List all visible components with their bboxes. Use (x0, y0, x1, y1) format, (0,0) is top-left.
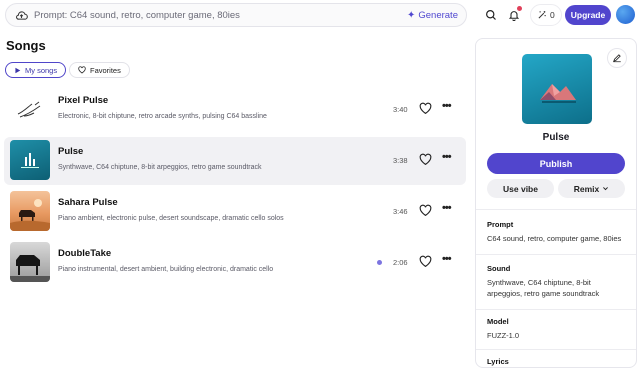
divider (476, 309, 636, 310)
more-options-icon[interactable]: ••• (442, 151, 452, 163)
notifications-button[interactable] (503, 4, 525, 26)
new-indicator-dot (377, 260, 382, 265)
song-duration: 3:46 (393, 207, 408, 216)
divider (476, 254, 636, 255)
prompt-value: C64 sound, retro, computer game, 80ies (487, 234, 622, 243)
generate-label: Generate (418, 9, 458, 21)
song-thumbnail[interactable] (10, 89, 50, 129)
divider (476, 209, 636, 210)
upgrade-button[interactable]: Upgrade (565, 5, 611, 25)
divider (476, 349, 636, 350)
song-row[interactable]: DoubleTake Piano instrumental, desert am… (4, 239, 466, 287)
cover-art (522, 54, 592, 124)
song-row[interactable]: Pixel Pulse Electronic, 8-bit chiptune, … (4, 86, 466, 134)
cloud-upload-icon[interactable] (15, 9, 28, 22)
search-icon (486, 10, 496, 20)
song-row[interactable]: Sahara Pulse Piano ambient, electronic p… (4, 188, 466, 236)
song-thumbnail[interactable] (10, 191, 50, 231)
prompt-input[interactable]: Prompt: C64 sound, retro, computer game,… (5, 3, 467, 27)
song-thumbnail[interactable] (10, 242, 50, 282)
notification-dot (517, 6, 522, 11)
tab-my-songs-label: My songs (25, 65, 58, 75)
song-description: Piano ambient, electronic pulse, desert … (58, 215, 284, 222)
prompt-label: Prompt (487, 220, 514, 229)
use-vibe-button[interactable]: Use vibe (487, 179, 554, 198)
lyrics-label: Lyrics (487, 357, 509, 366)
edit-icon (613, 54, 621, 63)
top-bar: Prompt: C64 sound, retro, computer game,… (0, 0, 640, 30)
more-options-icon[interactable]: ••• (442, 253, 452, 265)
credits-badge[interactable]: 0 (530, 4, 562, 26)
remix-label: Remix (573, 183, 600, 194)
chevron-down-icon (603, 187, 609, 191)
tab-my-songs[interactable]: My songs (5, 62, 67, 78)
publish-button[interactable]: Publish (487, 153, 625, 174)
song-duration: 2:06 (393, 258, 408, 267)
tab-favorites-label: Favorites (90, 65, 121, 75)
song-title[interactable]: DoubleTake (58, 248, 111, 259)
more-options-icon[interactable]: ••• (442, 100, 452, 112)
song-title[interactable]: Sahara Pulse (58, 197, 118, 208)
heart-icon[interactable] (419, 102, 432, 115)
generate-button[interactable]: ✦ Generate (407, 10, 458, 21)
song-row[interactable]: Pulse Synthwave, C64 chiptune, 8-bit arp… (4, 137, 466, 185)
prompt-placeholder: Prompt: C64 sound, retro, computer game,… (34, 9, 240, 21)
tab-favorites[interactable]: Favorites (69, 62, 130, 78)
song-description: Piano instrumental, desert ambient, buil… (58, 266, 274, 273)
avatar[interactable] (616, 5, 635, 24)
heart-icon[interactable] (419, 255, 432, 268)
song-detail-panel: Pulse Publish Use vibe Remix Prompt C64 … (475, 38, 637, 368)
play-icon (15, 67, 21, 73)
sound-label: Sound (487, 264, 511, 273)
model-label: Model (487, 317, 509, 326)
magic-wand-icon (538, 10, 546, 19)
sparkle-icon: ✦ (406, 9, 416, 21)
song-title[interactable]: Pulse (58, 146, 83, 157)
heart-icon[interactable] (419, 153, 432, 166)
model-value: FUZZ-1.0 (487, 331, 520, 340)
remix-button[interactable]: Remix (558, 179, 625, 198)
song-description: Synthwave, C64 chiptune, 8-bit arpeggios… (58, 164, 262, 171)
sound-value: Synthwave, C64 chiptune, 8-bit arpeggios… (487, 278, 600, 298)
song-duration: 3:38 (393, 156, 408, 165)
more-options-icon[interactable]: ••• (442, 202, 452, 214)
search-button[interactable] (480, 4, 502, 26)
song-duration: 3:40 (393, 105, 408, 114)
edit-button[interactable] (607, 48, 627, 68)
heart-icon[interactable] (419, 204, 432, 217)
song-thumbnail[interactable] (10, 140, 50, 180)
song-title[interactable]: Pixel Pulse (58, 95, 108, 106)
song-description: Electronic, 8-bit chiptune, retro arcade… (58, 113, 267, 120)
use-vibe-label: Use vibe (503, 183, 538, 194)
credits-count: 0 (550, 10, 555, 20)
page-title: Songs (6, 38, 46, 53)
song-title: Pulse (542, 132, 570, 143)
heart-icon (78, 66, 86, 74)
